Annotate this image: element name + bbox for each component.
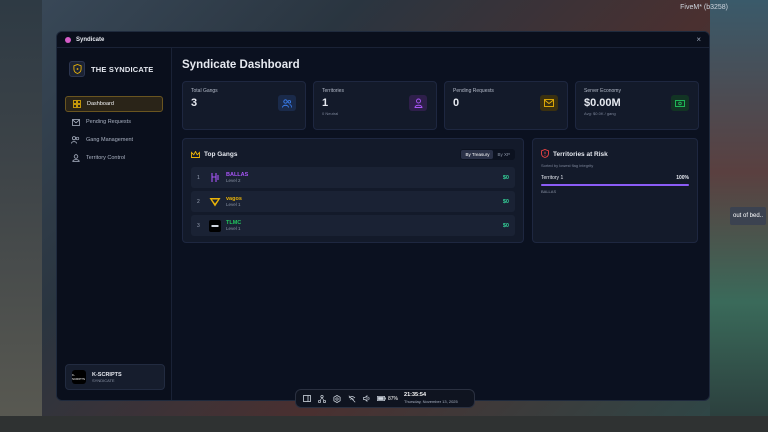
gang-treasury: $0	[502, 174, 509, 181]
gang-treasury: $0	[502, 198, 509, 205]
territory-row[interactable]: Territory 1 100%	[541, 175, 689, 181]
shield-alert-icon	[541, 145, 549, 163]
user-name: K-SCRIPTS	[92, 371, 122, 378]
game-background-bottom	[0, 416, 768, 432]
table-row[interactable]: 3 TLMC Level 1 $0	[191, 215, 515, 236]
window-titlebar[interactable]: Syndicate ×	[57, 32, 709, 48]
sort-toggle: By Treasury By XP	[460, 148, 515, 160]
sidebar-item-gang-management[interactable]: Gang Management	[65, 132, 163, 148]
gang-level: Level 1	[226, 226, 241, 231]
stat-label: Pending Requests	[453, 88, 494, 94]
gang-rank: 3	[197, 222, 200, 229]
grid-icon	[72, 100, 81, 109]
users-icon	[71, 136, 80, 145]
stats-row: Total Gangs 3 Territories 1 0 Neutral Pe…	[182, 81, 699, 130]
stat-sub: Avg: $0.0K / gang	[584, 111, 616, 116]
territory-name: Territory 1	[541, 175, 564, 181]
sort-by-treasury-button[interactable]: By Treasury	[461, 149, 494, 159]
sidebar-item-dashboard[interactable]: Dashboard	[65, 96, 163, 112]
brand: THE SYNDICATE	[65, 58, 163, 80]
panel-subtitle: Sorted by lowest flag integrity	[541, 163, 594, 168]
panel-title: Territories at Risk	[553, 150, 608, 158]
tlmc-logo-icon	[209, 219, 221, 232]
users-icon	[278, 95, 296, 111]
ballas-logo-icon	[209, 172, 221, 184]
sidebar-item-pending-requests[interactable]: Pending Requests	[65, 114, 163, 130]
panel-title: Top Gangs	[204, 150, 238, 158]
sort-by-xp-button[interactable]: By XP	[493, 150, 514, 159]
gang-level: Level 2	[226, 178, 241, 183]
settings-icon[interactable]	[332, 394, 341, 403]
stat-sub: 0 Neutral	[322, 111, 339, 116]
close-button[interactable]: ×	[696, 35, 701, 44]
gang-rank: 1	[197, 174, 200, 181]
top-gangs-panel: Top Gangs By Treasury By XP 1 BALLAS Lev…	[182, 138, 524, 243]
sidebar: THE SYNDICATE Dashboard Pending Requests…	[57, 48, 172, 400]
territory-integrity: 100%	[676, 175, 689, 181]
vagos-logo-icon	[209, 196, 221, 208]
sidebar-item-label: Dashboard	[87, 101, 114, 107]
battery-status: 87%	[377, 396, 398, 402]
brand-name: THE SYNDICATE	[91, 64, 154, 74]
stat-label: Total Gangs	[191, 88, 218, 94]
integrity-bar-fill	[541, 184, 689, 186]
battery-icon	[377, 396, 386, 401]
window-title: Syndicate	[76, 36, 105, 43]
crown-icon	[191, 145, 200, 163]
stat-card-total-gangs: Total Gangs 3	[182, 81, 306, 130]
user-card[interactable]: K-SCRIPTS K-SCRIPTS SYNDICATE	[65, 364, 165, 390]
gang-treasury: $0	[502, 222, 509, 229]
gang-rank: 2	[197, 198, 200, 205]
integrity-bar	[541, 184, 689, 186]
wifi-off-icon[interactable]	[347, 394, 356, 403]
syndicate-window: Syndicate × THE SYNDICATE Dashboard Pend…	[56, 31, 710, 401]
clock-time: 21:35:54	[404, 392, 427, 399]
territory-owner: BALLAS	[541, 189, 557, 194]
shield-icon	[69, 61, 85, 77]
clock-date: Thursday, November 13, 2025	[404, 398, 458, 404]
network-icon[interactable]	[317, 394, 326, 403]
stat-card-territories: Territories 1 0 Neutral	[313, 81, 437, 130]
map-person-icon	[71, 154, 80, 163]
app-dot-icon	[65, 36, 71, 43]
fivem-build-label: FiveM* (b3258)	[680, 4, 728, 11]
envelope-icon	[540, 95, 558, 111]
avatar: K-SCRIPTS	[72, 370, 86, 384]
chat-bubble: out of bed..	[730, 207, 766, 225]
sidebar-item-label: Gang Management	[86, 137, 134, 143]
sidebar-item-label: Territory Control	[86, 155, 126, 161]
territories-at-risk-panel: Territories at Risk Sorted by lowest fla…	[532, 138, 698, 243]
table-row[interactable]: 2 vagos Level 1 $0	[191, 191, 515, 212]
cash-icon	[671, 95, 689, 111]
stat-label: Server Economy	[584, 88, 621, 94]
window-icon[interactable]	[302, 394, 311, 403]
stat-card-pending-requests: Pending Requests 0	[444, 81, 568, 130]
pin-person-icon	[409, 95, 427, 111]
page-title: Syndicate Dashboard	[182, 59, 300, 71]
sidebar-item-territory-control[interactable]: Territory Control	[65, 150, 163, 166]
main-content: Syndicate Dashboard Total Gangs 3 Territ…	[172, 48, 709, 400]
sidebar-item-label: Pending Requests	[86, 119, 131, 125]
gang-level: Level 1	[226, 202, 241, 207]
taskbar: 87% 21:35:54 Thursday, November 13, 2025	[295, 389, 475, 408]
game-background-left	[0, 0, 42, 432]
clock: 21:35:54 Thursday, November 13, 2025	[404, 393, 458, 404]
stat-card-server-economy: Server Economy $0.00M Avg: $0.0K / gang	[575, 81, 699, 130]
user-role: SYNDICATE	[92, 377, 115, 383]
stat-label: Territories	[322, 88, 344, 94]
mail-icon	[71, 118, 80, 127]
volume-icon[interactable]	[362, 394, 371, 403]
table-row[interactable]: 1 BALLAS Level 2 $0	[191, 167, 515, 188]
battery-percent: 87%	[388, 395, 399, 402]
